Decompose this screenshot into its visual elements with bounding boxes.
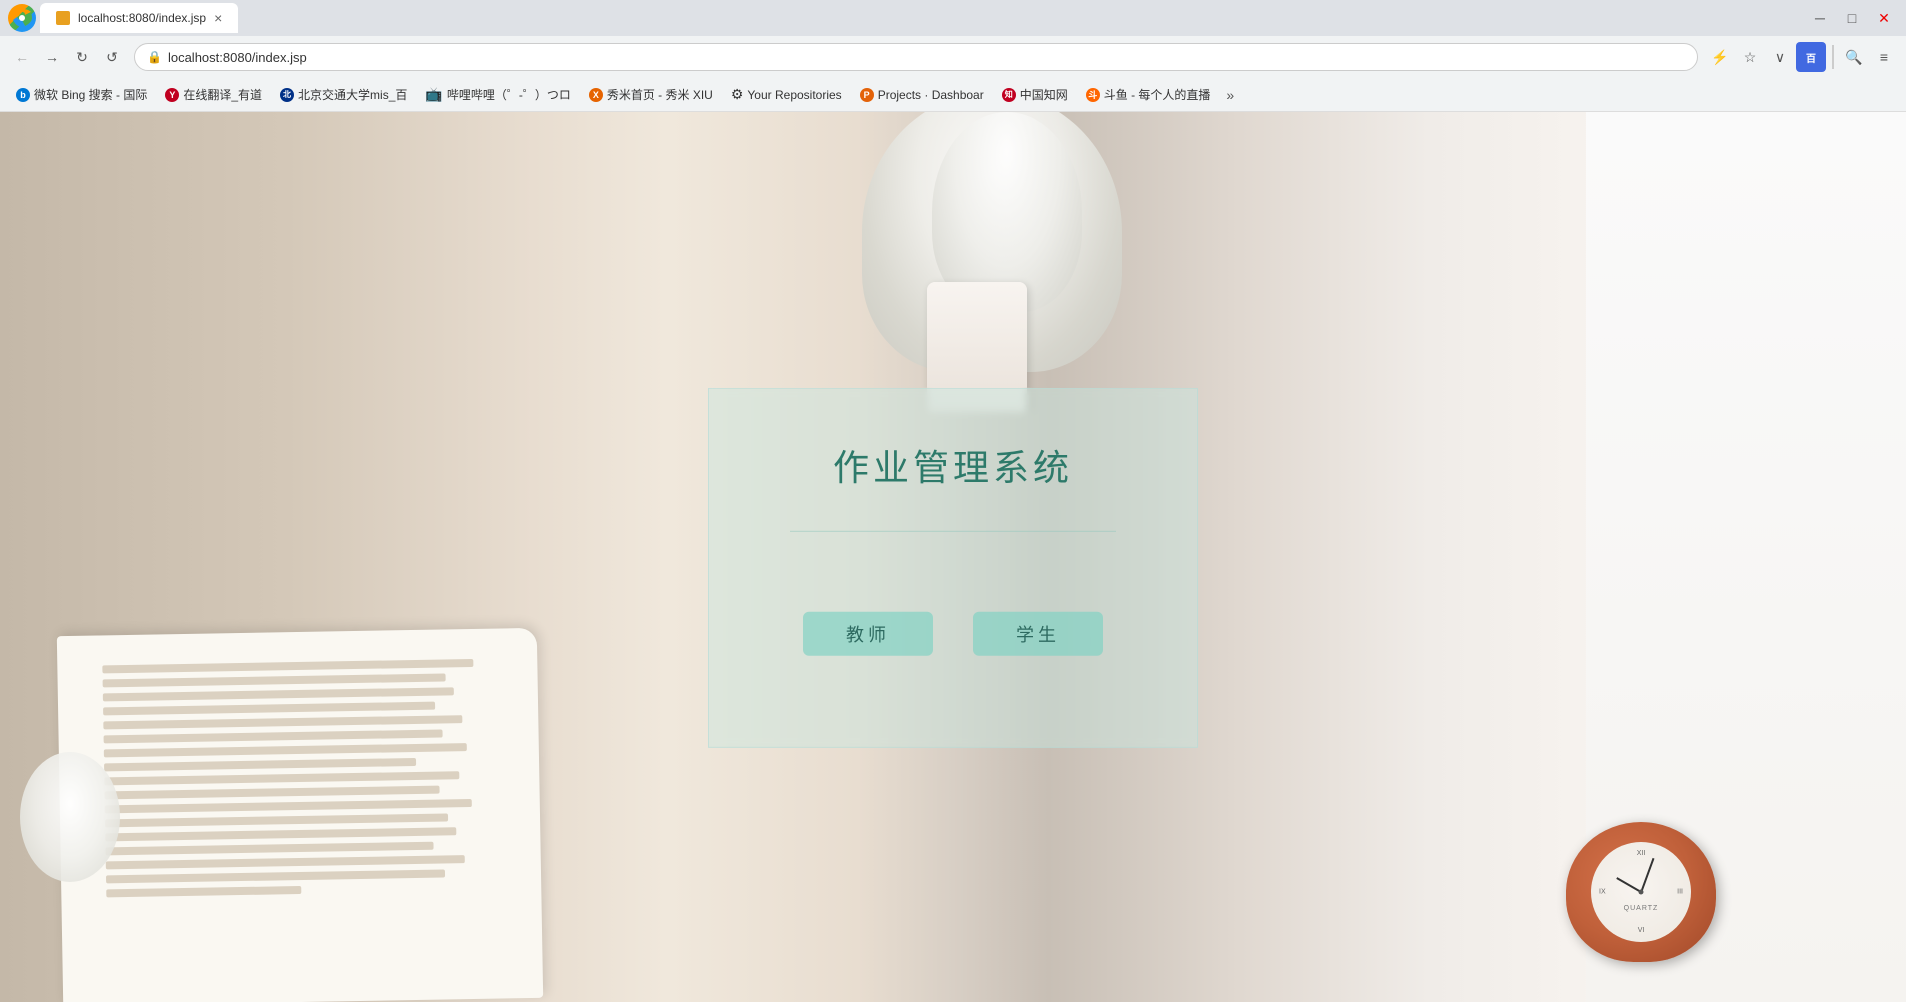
address-text: localhost:8080/index.jsp — [168, 50, 1685, 65]
flower-bottom-left — [20, 752, 140, 902]
bookmark-douyu[interactable]: 斗 斗鱼 - 每个人的直播 — [1078, 82, 1219, 108]
address-bar[interactable]: 🔒 localhost:8080/index.jsp — [134, 43, 1698, 71]
bilibili-favicon: 📺 — [425, 86, 442, 103]
menu-button[interactable]: ≡ — [1870, 43, 1898, 71]
bookmark-bilibili-label: 哔哩哔哩（゜-゜）つロ — [447, 86, 571, 103]
nav-bar: ← → ↻ ↺ 🔒 localhost:8080/index.jsp ⚡ ☆ ∨… — [0, 36, 1906, 78]
student-button[interactable]: 学生 — [973, 612, 1103, 656]
expand-button[interactable]: ∨ — [1766, 43, 1794, 71]
maximize-button[interactable]: □ — [1838, 4, 1866, 32]
clock-face: XII VI III IX QUARTZ — [1591, 842, 1691, 942]
clock-minute-hand — [1640, 858, 1654, 892]
bookmark-bing[interactable]: b 微软 Bing 搜索 - 国际 — [8, 82, 155, 108]
star-button[interactable]: ☆ — [1736, 43, 1764, 71]
lock-icon: 🔒 — [147, 50, 162, 64]
baidu-icon-btn[interactable]: 百 — [1796, 42, 1826, 72]
page-title: 作业管理系统 — [833, 439, 1073, 491]
lightning-icon-btn[interactable]: ⚡ — [1706, 43, 1734, 71]
back-button[interactable]: ← — [8, 43, 36, 71]
clock-body: XII VI III IX QUARTZ — [1566, 822, 1716, 962]
bookmark-bjtu[interactable]: 北 北京交通大学mis_百 — [272, 82, 415, 108]
bookmarks-more-button[interactable]: » — [1220, 87, 1240, 103]
browser-logo — [8, 4, 36, 32]
bookmark-douyu-label: 斗鱼 - 每个人的直播 — [1104, 86, 1211, 103]
tab-favicon — [56, 11, 70, 25]
bing-favicon: b — [16, 88, 30, 102]
history-button[interactable]: ↺ — [98, 43, 126, 71]
projects-favicon: P — [860, 88, 874, 102]
card-buttons: 教师 学生 — [803, 612, 1103, 656]
bookmark-zhiwang-label: 中国知网 — [1020, 86, 1068, 103]
tab-title: localhost:8080/index.jsp — [78, 11, 206, 25]
github-favicon: ⚙ — [731, 86, 744, 103]
clock-center-dot — [1639, 890, 1644, 895]
bookmark-projects[interactable]: P Projects · Dashboar — [852, 82, 992, 108]
bookmarks-bar: b 微软 Bing 搜索 - 国际 Y 在线翻译_有道 北 北京交通大学mis_… — [0, 78, 1906, 112]
bookmark-bjtu-label: 北京交通大学mis_百 — [298, 86, 407, 103]
close-button[interactable]: ✕ — [1870, 4, 1898, 32]
divider — [1832, 45, 1834, 69]
tab-close[interactable]: × — [214, 10, 222, 26]
douyu-favicon: 斗 — [1086, 88, 1100, 102]
card-divider — [790, 531, 1116, 532]
forward-button[interactable]: → — [38, 43, 66, 71]
main-card: 作业管理系统 教师 学生 — [708, 388, 1198, 748]
title-bar: localhost:8080/index.jsp × ─ □ ✕ — [0, 0, 1906, 36]
clock-brand-label: QUARTZ — [1624, 905, 1659, 912]
bookmark-bing-label: 微软 Bing 搜索 - 国际 — [34, 86, 147, 103]
youdao-favicon: Y — [165, 88, 179, 102]
bookmark-projects-label: Projects · Dashboar — [878, 88, 984, 102]
bookmark-xiumei[interactable]: X 秀米首页 - 秀米 XIU — [581, 82, 721, 108]
bookmark-zhiwang[interactable]: 知 中国知网 — [994, 82, 1076, 108]
bookmark-xiumei-label: 秀米首页 - 秀米 XIU — [607, 86, 713, 103]
refresh-button[interactable]: ↻ — [68, 43, 96, 71]
bookmark-youdao[interactable]: Y 在线翻译_有道 — [157, 82, 270, 108]
flowers-decoration — [762, 112, 1212, 412]
bookmark-github-label: Your Repositories — [747, 88, 841, 102]
bookmark-github[interactable]: ⚙ Your Repositories — [723, 82, 850, 108]
search-button[interactable]: 🔍 — [1840, 43, 1868, 71]
zhiwang-favicon: 知 — [1002, 88, 1016, 102]
minimize-button[interactable]: ─ — [1806, 4, 1834, 32]
bjtu-favicon: 北 — [280, 88, 294, 102]
teacher-button[interactable]: 教师 — [803, 612, 933, 656]
xiumei-favicon: X — [589, 88, 603, 102]
browser-chrome: localhost:8080/index.jsp × ─ □ ✕ ← → ↻ ↺… — [0, 0, 1906, 112]
page-content: XII VI III IX QUARTZ 作业管理系统 教师 学生 — [0, 112, 1906, 1002]
active-tab[interactable]: localhost:8080/index.jsp × — [40, 3, 238, 33]
clock-decoration: XII VI III IX QUARTZ — [1566, 822, 1726, 982]
bookmark-bilibili[interactable]: 📺 哔哩哔哩（゜-゜）つロ — [417, 82, 578, 108]
bookmark-youdao-label: 在线翻译_有道 — [183, 86, 262, 103]
